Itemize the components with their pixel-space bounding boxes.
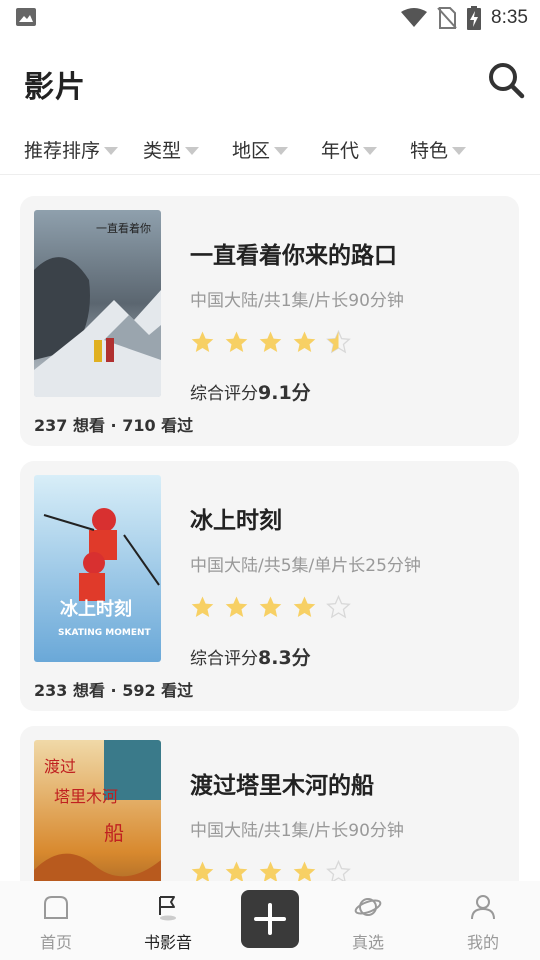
poster-title: 一直看着你 — [96, 221, 151, 235]
nav-label: 书影音 — [143, 933, 192, 952]
plus-icon — [254, 903, 286, 935]
nav-featured[interactable]: 真选 — [318, 881, 418, 960]
movie-title: 渡过塔里木河的船 — [190, 773, 374, 799]
watch-counts: 233 想看 · 592 看过 — [34, 681, 194, 700]
rating-line: 综合评分9.1分 — [190, 378, 311, 405]
poster-title: 冰上时刻 — [60, 598, 132, 620]
battery-charging-icon — [467, 6, 482, 30]
movie-meta: 中国大陆/共5集/单片长25分钟 — [190, 556, 421, 576]
star-empty-icon — [326, 595, 351, 619]
star-filled-icon — [225, 596, 248, 617]
filter-label: 推荐排序 — [24, 140, 101, 162]
caret-down-icon — [363, 146, 378, 155]
star-rating — [190, 330, 351, 356]
caret-down-icon — [104, 146, 119, 155]
nav-label: 我的 — [466, 933, 499, 952]
search-icon[interactable] — [486, 60, 526, 100]
star-rating — [190, 595, 351, 621]
wifi-icon — [401, 8, 428, 27]
nav-label: 真选 — [351, 933, 384, 952]
filter-label: 特色 — [410, 140, 449, 162]
movie-title: 一直看着你来的路口 — [190, 243, 397, 269]
movie-title: 冰上时刻 — [190, 508, 282, 534]
watch-counts: 237 想看 · 710 看过 — [34, 416, 194, 435]
nav-label: 首页 — [39, 933, 72, 952]
star-filled-icon — [259, 596, 282, 617]
star-filled-icon — [191, 331, 214, 352]
bottom-nav: 首页 书影音 真选 我的 — [0, 881, 540, 960]
poster-title-3: 船 — [104, 821, 124, 845]
filter-label: 类型 — [143, 140, 182, 162]
nav-home[interactable]: 首页 — [6, 881, 106, 960]
movie-card[interactable]: 一直看着你 一直看着你来的路口 中国大陆/共1集/片长90分钟 综合评分9.1分… — [20, 196, 519, 446]
star-filled-icon — [259, 331, 282, 352]
add-button[interactable] — [241, 890, 299, 948]
caret-down-icon — [452, 146, 467, 155]
filter-year[interactable]: 年代 — [321, 136, 378, 163]
movie-meta: 中国大陆/共1集/片长90分钟 — [190, 291, 404, 311]
status-time: 8:35 — [491, 7, 528, 28]
rating-score: 8.3分 — [258, 647, 311, 669]
filter-label: 年代 — [321, 140, 360, 162]
filter-genre[interactable]: 类型 — [143, 136, 200, 163]
filter-bar: 推荐排序 类型 地区 年代 特色 — [0, 128, 540, 168]
nav-profile[interactable]: 我的 — [433, 881, 533, 960]
planet-icon — [354, 898, 382, 916]
user-icon — [471, 895, 495, 920]
nav-media[interactable]: 书影音 — [118, 881, 218, 960]
movie-meta: 中国大陆/共1集/片长90分钟 — [190, 821, 404, 841]
divider — [0, 174, 540, 175]
star-filled-icon — [293, 331, 316, 352]
caret-down-icon — [185, 146, 200, 155]
filter-sort[interactable]: 推荐排序 — [24, 136, 119, 163]
filter-region[interactable]: 地区 — [232, 136, 289, 163]
rating-prefix: 综合评分 — [190, 384, 258, 404]
caret-down-icon — [274, 146, 289, 155]
home-icon — [44, 896, 68, 919]
star-filled-icon — [293, 596, 316, 617]
no-sim-icon — [437, 7, 457, 29]
page-title: 影片 — [24, 70, 86, 105]
movie-poster[interactable]: 冰上时刻 SKATING MOMENT — [34, 475, 161, 662]
star-filled-icon — [225, 331, 248, 352]
status-bar: 8:35 — [0, 0, 540, 36]
star-filled-icon — [191, 596, 214, 617]
movie-card[interactable]: 冰上时刻 SKATING MOMENT 冰上时刻 中国大陆/共5集/单片长25分… — [20, 461, 519, 711]
star-half-icon — [326, 330, 351, 354]
filter-feature[interactable]: 特色 — [410, 136, 467, 163]
movie-poster[interactable]: 一直看着你 — [34, 210, 161, 397]
filter-label: 地区 — [232, 140, 271, 162]
poster-title-2: 塔里木河 — [54, 787, 118, 806]
rating-prefix: 综合评分 — [190, 649, 258, 669]
flag-icon — [159, 896, 176, 921]
rating-score: 9.1分 — [258, 382, 311, 404]
image-icon — [16, 8, 36, 26]
rating-line: 综合评分8.3分 — [190, 643, 311, 670]
poster-title: 渡过 — [44, 757, 76, 776]
header: 影片 — [0, 52, 540, 112]
poster-subtitle: SKATING MOMENT — [58, 628, 152, 638]
